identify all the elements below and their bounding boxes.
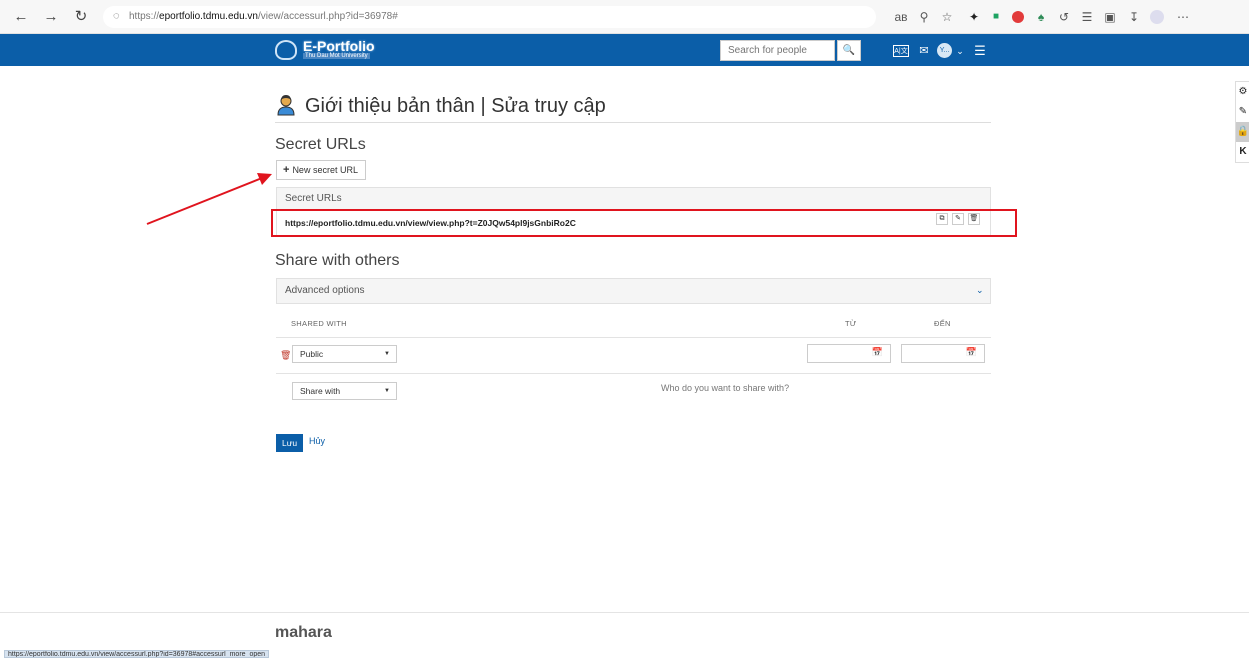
share-with-select[interactable]: Share with ▼ [292,382,397,400]
from-header: TỪ [845,319,857,328]
calendar-icon[interactable]: 📅 [966,347,977,358]
back-button[interactable]: ← [12,8,30,26]
key-icon[interactable]: K [1236,142,1249,162]
avatar[interactable]: Y... [937,43,952,58]
language-icon[interactable]: A|文 [893,45,909,57]
share-with-others-heading: Share with others [275,252,400,269]
divider [275,122,991,123]
address-bar[interactable]: ◌ https://eportfolio.tdmu.edu.vn/view/ac… [103,6,876,28]
lock-icon[interactable]: 🔒 [1236,122,1249,142]
logo-mark-icon [275,40,297,60]
secret-urls-heading: Secret URLs [275,136,366,153]
access-type-value: Public [300,349,324,359]
extension-icon[interactable]: ♠ [1033,9,1049,25]
table-divider [276,337,991,338]
to-date-input[interactable]: 📅 [901,344,985,363]
save-button[interactable]: Lưu [276,434,304,452]
site-header: E-Portfolio Thu Dau Mot University [0,34,1249,66]
search-input[interactable] [720,40,835,61]
favorites-icon[interactable]: ☰ [1079,9,1095,25]
downloads-icon[interactable]: ↧ [1126,9,1142,25]
browser-toolbar: ← → ↻ ◌ https://eportfolio.tdmu.edu.vn/v… [0,0,1249,34]
reload-button[interactable]: ↻ [72,8,90,26]
chevron-down-icon[interactable]: ⌄ [955,44,965,58]
pencil-icon[interactable]: ✎ [1236,102,1249,122]
lock-icon: ◌ [113,10,120,22]
profile-icon[interactable] [1149,9,1165,25]
secret-urls-panel-heading: Secret URLs [277,188,990,210]
extension-icon[interactable]: ■ [988,9,1004,25]
share-with-hint: Who do you want to share with? [661,383,790,393]
side-toolbar: ⚙ ✎ 🔒 K [1235,81,1249,163]
logo-subtitle: Thu Dau Mot University [303,53,370,59]
to-header: ĐẾN [934,319,951,328]
mahara-logo: mahara [275,624,332,641]
more-icon[interactable]: ⋯ [1175,9,1191,25]
menu-icon[interactable]: ☰ [973,44,987,58]
from-date-input[interactable]: 📅 [807,344,891,363]
status-bar-url: https://eportfolio.tdmu.edu.vn/view/acce… [4,650,270,658]
footer-divider [0,612,1249,613]
search-button[interactable]: 🔍 [837,40,861,61]
new-secret-url-label: New secret URL [292,165,358,175]
favorite-icon[interactable]: ☆ [939,9,955,25]
address-bar-url: https://eportfolio.tdmu.edu.vn/view/acce… [129,11,398,22]
shared-with-header: SHARED WITH [291,319,347,328]
advanced-options-toggle[interactable]: Advanced options [276,278,991,304]
zoom-icon[interactable]: ⚲ [916,9,932,25]
caret-down-icon: ▼ [384,388,390,394]
read-aloud-icon[interactable]: aʙ [893,9,909,25]
table-divider [276,373,991,374]
chevron-down-icon: ⌄ [976,285,984,295]
access-type-select[interactable]: Public ▼ [292,345,397,363]
mail-icon[interactable]: ✉ [917,44,931,58]
trash-icon[interactable]: 🗑 [280,350,291,361]
calendar-icon[interactable]: 📅 [872,347,883,358]
extension-icon[interactable]: ✦ [966,9,982,25]
extension-icon[interactable]: ↺ [1056,9,1072,25]
new-secret-url-button[interactable]: + New secret URL [276,160,366,180]
person-icon [275,94,297,116]
forward-button[interactable]: → [42,8,60,26]
gear-icon[interactable]: ⚙ [1236,82,1249,102]
annotation-arrow [146,173,272,225]
caret-down-icon: ▼ [384,351,390,357]
cancel-link[interactable]: Hủy [309,436,325,446]
search-icon: 🔍 [842,45,856,56]
share-with-value: Share with [300,386,341,396]
page-title: Giới thiệu bản thân | Sửa truy cập [305,95,606,117]
collections-icon[interactable]: ▣ [1102,9,1118,25]
logo-title: E-Portfolio [303,38,375,54]
plus-icon: + [283,164,290,176]
adblock-icon[interactable] [1010,9,1026,25]
annotation-highlight-box [271,209,1017,237]
